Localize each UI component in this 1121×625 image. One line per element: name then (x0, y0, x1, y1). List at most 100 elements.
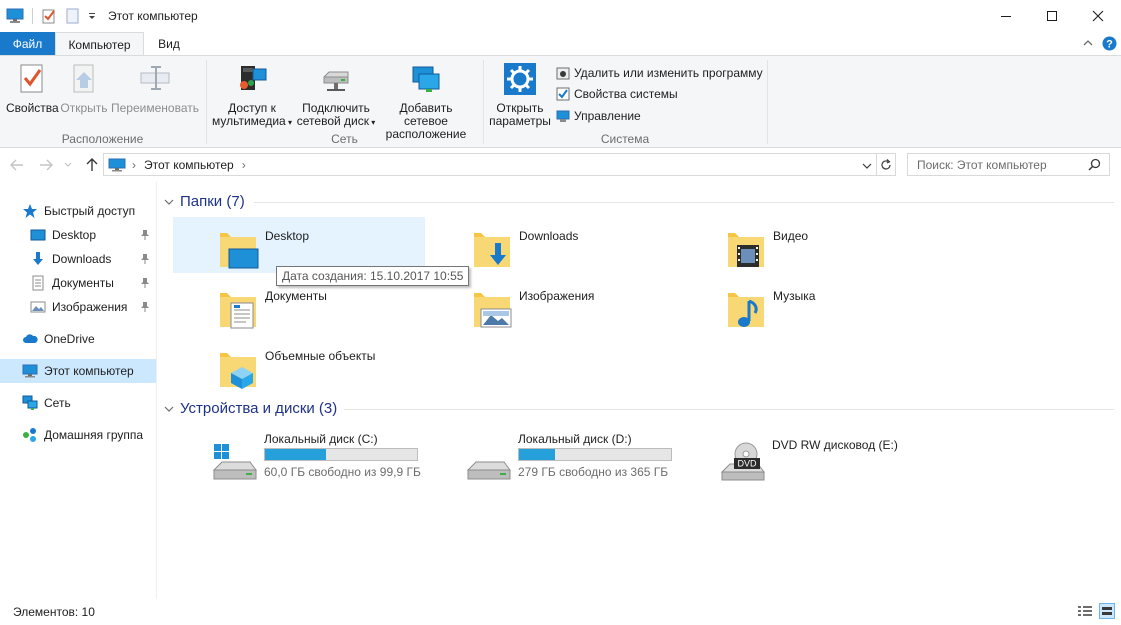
uninstall-icon (556, 67, 570, 80)
search-placeholder: Поиск: Этот компьютер (917, 157, 1047, 172)
nav-desktop[interactable]: Desktop (0, 223, 156, 247)
drive-tile-e[interactable]: DVD DVD RW дисковод (E:) (666, 428, 934, 484)
desktop-folder-icon (220, 233, 259, 269)
open-settings-button[interactable]: Открыть параметры (488, 62, 552, 128)
folder-name: Объемные объекты (265, 349, 376, 363)
new-folder-quick-icon[interactable] (65, 8, 81, 24)
breadcrumb-separator: › (132, 157, 136, 172)
system-properties-button[interactable]: Свойства системы (556, 85, 678, 103)
up-button[interactable] (83, 156, 101, 174)
nav-network[interactable]: Сеть (0, 391, 156, 415)
minimize-button[interactable] (983, 0, 1029, 32)
computer-icon[interactable] (6, 8, 24, 24)
rename-button[interactable]: Переименовать (111, 62, 199, 115)
nav-documents[interactable]: Документы (0, 271, 156, 295)
tab-view[interactable]: Вид (148, 32, 190, 56)
manage-button[interactable]: Управление (556, 107, 641, 125)
drive-tile-d[interactable]: Локальный диск (D:) 279 ГБ свободно из 3… (412, 428, 680, 484)
folders-group-header[interactable]: Папки (7) (164, 193, 245, 210)
pin-icon[interactable] (140, 253, 150, 265)
group-system-label: Система (600, 132, 650, 146)
folders-header-label: Папки (7) (180, 193, 245, 210)
folder-name: Изображения (519, 289, 595, 303)
refresh-icon (881, 158, 891, 170)
folder-name: Desktop (265, 229, 310, 243)
system-properties-icon (556, 87, 570, 101)
settings-label-2: параметры (489, 114, 551, 128)
recent-locations-button[interactable] (62, 156, 74, 174)
tab-file[interactable]: Файл (0, 32, 55, 56)
nav-label: OneDrive (44, 332, 95, 346)
drive-free-space: 279 ГБ свободно из 365 ГБ (518, 465, 669, 479)
media-access-button[interactable]: Доступ к мультимедиа ▾ (210, 62, 294, 129)
address-history-icon[interactable] (862, 159, 872, 173)
nav-label: Домашняя группа (44, 428, 144, 442)
window-title: Этот компьютер (108, 9, 198, 23)
status-bar: Элементов: 10 (0, 599, 1121, 625)
open-icon (73, 64, 94, 93)
nav-pictures[interactable]: Изображения (0, 295, 156, 319)
group-network-label: Сеть (331, 132, 358, 146)
pin-icon[interactable] (140, 301, 150, 313)
nav-this-pc[interactable]: Этот компьютер (0, 359, 156, 383)
properties-quick-icon[interactable] (41, 8, 57, 24)
customize-toolbar-icon[interactable] (87, 8, 97, 24)
settings-gear-icon (504, 63, 536, 95)
open-button[interactable]: Открыть (60, 62, 108, 115)
maximize-button[interactable] (1029, 0, 1075, 32)
close-icon (1092, 10, 1104, 22)
manage-label: Управление (574, 109, 641, 123)
nav-homegroup[interactable]: Домашняя группа (0, 423, 156, 447)
close-button[interactable] (1075, 0, 1121, 32)
nav-downloads[interactable]: Downloads (0, 247, 156, 271)
search-input[interactable]: Поиск: Этот компьютер (907, 153, 1110, 176)
help-icon[interactable]: ? (1102, 36, 1117, 54)
map-network-drive-button[interactable]: Подключить сетевой диск ▾ (296, 62, 376, 129)
chevron-down-icon (64, 162, 72, 167)
search-icon[interactable] (1088, 158, 1101, 174)
address-bar[interactable]: › Этот компьютер › (103, 153, 877, 176)
back-button[interactable] (8, 156, 26, 174)
computer-icon (108, 158, 126, 171)
chevron-down-icon (164, 406, 174, 412)
collapse-ribbon-icon[interactable] (1082, 37, 1094, 52)
group-location-label: Расположение (61, 132, 144, 146)
nav-onedrive[interactable]: OneDrive (0, 327, 156, 351)
large-icons-view-icon[interactable] (1099, 603, 1115, 619)
folder-tile-desktop[interactable]: Desktop (173, 217, 425, 273)
separator (32, 8, 33, 24)
devices-group-header[interactable]: Устройства и диски (3) (164, 400, 337, 417)
title-bar: Этот компьютер (0, 0, 1121, 32)
downloads-folder-icon (474, 233, 510, 267)
open-label: Открыть (60, 101, 108, 115)
network-icon (22, 395, 38, 410)
folder-tile-downloads[interactable]: Downloads (427, 217, 679, 273)
add-network-location-button[interactable]: Добавить сетевое расположение (377, 62, 475, 141)
downloads-icon (33, 252, 43, 265)
details-view-icon[interactable] (1077, 604, 1093, 621)
folder-tile-music[interactable]: Музыка (681, 277, 933, 333)
devices-header-label: Устройства и диски (3) (180, 400, 338, 417)
refresh-button[interactable] (876, 153, 896, 176)
drive-tile-c[interactable]: Локальный диск (C:) 60,0 ГБ свободно из … (158, 428, 426, 484)
tab-computer[interactable]: Компьютер (55, 32, 144, 57)
folder-tile-3d-objects[interactable]: Объемные объекты (173, 337, 425, 393)
nav-quick-access[interactable]: Быстрый доступ (0, 199, 156, 223)
drive-name: Локальный диск (C:) (264, 432, 378, 446)
media-label-1: Доступ к (228, 101, 276, 115)
forward-button[interactable] (37, 156, 55, 174)
minimize-icon (1001, 16, 1011, 17)
quick-access-toolbar (6, 7, 97, 25)
pin-icon[interactable] (140, 277, 150, 289)
breadcrumb-separator: › (241, 157, 246, 172)
up-arrow-icon (86, 158, 98, 171)
tooltip: Дата создания: 15.10.2017 10:55 (276, 266, 470, 286)
uninstall-program-button[interactable]: Удалить или изменить программу (556, 64, 763, 82)
breadcrumb-this-pc[interactable]: Этот компьютер (144, 158, 234, 172)
3d-objects-folder-icon (220, 353, 256, 389)
folder-tile-video[interactable]: Видео (681, 217, 933, 273)
pin-icon[interactable] (140, 229, 150, 241)
computer-icon (22, 364, 38, 378)
properties-button[interactable]: Свойства (6, 62, 59, 115)
documents-folder-icon (220, 293, 256, 329)
